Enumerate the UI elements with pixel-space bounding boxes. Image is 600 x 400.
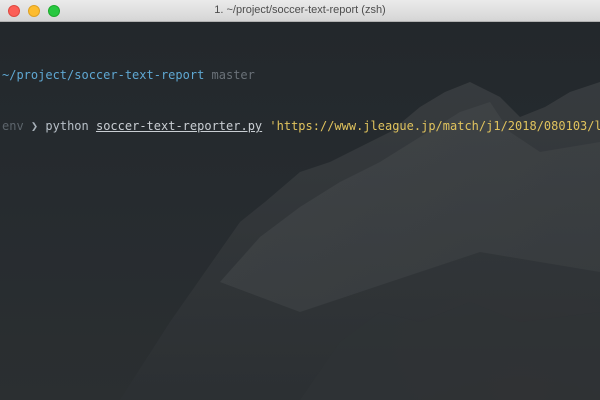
terminal-pane[interactable]: ~/project/soccer-text-report master env … <box>0 22 600 400</box>
command-script: soccer-text-reporter.py <box>95 119 263 133</box>
prompt-arrow-icon: ❯ <box>30 119 39 133</box>
terminal-output: ~/project/soccer-text-report master env … <box>2 33 600 169</box>
command-line[interactable]: env ❯ python soccer-text-reporter.py 'ht… <box>2 118 600 135</box>
command-argument: 'https://www.jleague.jp/match/j1/2018/08… <box>269 119 600 133</box>
window-title: 1. ~/project/soccer-text-report (zsh) <box>214 4 386 16</box>
prompt-line: ~/project/soccer-text-report master <box>2 67 600 84</box>
virtualenv-indicator: env <box>2 119 24 133</box>
terminal-window: 1. ~/project/soccer-text-report (zsh) ~/… <box>0 0 600 400</box>
current-path: ~/project/soccer-text-report <box>2 68 205 82</box>
command-program: python <box>45 119 89 133</box>
title-bar[interactable]: 1. ~/project/soccer-text-report (zsh) <box>0 0 600 22</box>
git-branch: master <box>211 68 255 82</box>
